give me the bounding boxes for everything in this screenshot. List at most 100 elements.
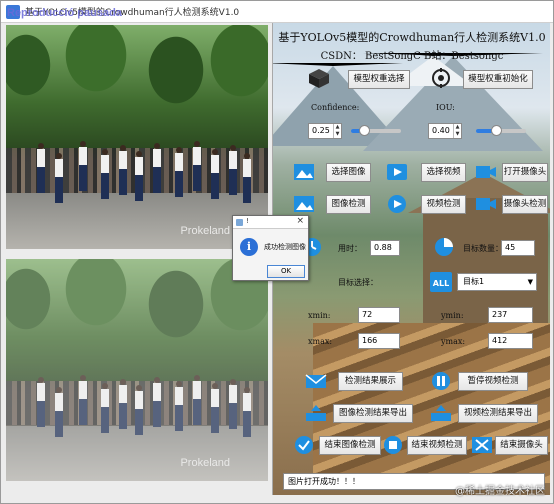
xmin-label: xmin: [308, 311, 331, 320]
dancer-figure [54, 153, 63, 205]
dancer-figure [78, 375, 87, 427]
info-icon: i [240, 238, 258, 256]
dancer-figure [174, 147, 183, 199]
image-detect-button[interactable]: 图像检测 [326, 195, 371, 214]
model-select-button[interactable]: 模型权重选择 [348, 70, 410, 89]
image-icon [294, 164, 314, 180]
dancer-figure [174, 381, 183, 433]
export-video-button[interactable]: 视频检测结果导出 [458, 404, 538, 423]
target-count-label: 目标数量： [463, 244, 503, 253]
close-icon[interactable]: × [296, 216, 304, 226]
end-camera-button[interactable]: 结束摄像头 [495, 436, 548, 455]
dancer-figure [242, 153, 251, 205]
end-camera-icon [472, 437, 492, 453]
iou-spinbox[interactable]: 0.40 ▲ ▼ [428, 123, 462, 139]
spin-arrows-icon[interactable]: ▲ ▼ [453, 124, 461, 138]
pause-icon [432, 372, 450, 390]
main-window: 基于YOLOv5模型的Crowdhuman行人检测系统V1.0 Reproduc… [0, 0, 554, 504]
all-icon: ALL [430, 272, 452, 292]
panel-subtitle: CSDN： BestSongC B站：Bestsongc [320, 51, 504, 62]
dancer-figure [134, 151, 143, 203]
dancer-figure [78, 141, 87, 193]
export-image-icon [306, 405, 326, 421]
stop-icon [384, 436, 402, 454]
iou-slider-handle[interactable] [491, 125, 502, 136]
dancer-figure [242, 387, 251, 439]
model-init-button[interactable]: 模型权重初始化 [463, 70, 533, 89]
video-logo: Prokeland [180, 225, 230, 237]
pause-video-button[interactable]: 暂停视频检测 [458, 372, 528, 391]
xmax-value: 166 [358, 333, 400, 349]
control-panel: 基于YOLOv5模型的Crowdhuman行人检测系统V1.0 CSDN： Be… [272, 23, 550, 495]
original-image-view: Prokeland [6, 259, 268, 481]
iou-slider[interactable] [476, 125, 526, 136]
dancer-figure [152, 143, 161, 195]
end-video-button[interactable]: 结束视频检测 [407, 436, 467, 455]
camera-detect-icon [476, 198, 496, 210]
confidence-value: 0.25 [312, 126, 330, 135]
select-image-button[interactable]: 选择图像 [326, 163, 371, 182]
video-play-icon [387, 164, 407, 180]
export-image-button[interactable]: 图像检测结果导出 [333, 404, 413, 423]
dancer-figure [152, 377, 161, 429]
dialog-title: ! [246, 217, 249, 225]
confidence-slider-handle[interactable] [359, 125, 370, 136]
svg-text:ALL: ALL [433, 279, 449, 288]
dancer-figure [134, 385, 143, 437]
target-select-value: 目标1 [463, 277, 485, 286]
video-logo-2: Prokeland [180, 457, 230, 469]
check-icon [295, 436, 313, 454]
detection-image-view: Prokeland [6, 25, 268, 249]
dancer-figure [192, 375, 201, 427]
dancer-figure [228, 145, 237, 197]
confidence-label: Confidence: [311, 103, 360, 112]
dialog-message: 成功检测图像 [264, 243, 306, 251]
dialog-app-icon [236, 219, 243, 226]
ymin-label: ymin: [441, 311, 464, 320]
iou-label: IOU: [436, 103, 455, 112]
target-select-dropdown[interactable]: 目标1 ▼ [457, 273, 537, 291]
image-detect-icon [294, 196, 314, 212]
dancer-figure [54, 387, 63, 439]
message-dialog: ! × i 成功检测图像 OK [232, 215, 309, 281]
mail-icon [305, 374, 327, 388]
spin-arrows-icon[interactable]: ▲ ▼ [333, 124, 341, 138]
dancer-figure [228, 379, 237, 431]
iou-value: 0.40 [432, 126, 450, 135]
ymin-value: 237 [488, 307, 533, 323]
camera-icon [476, 166, 496, 178]
panel-background [273, 23, 550, 495]
dialog-title-bar: ! × [233, 216, 308, 229]
dancer-figure [36, 377, 45, 429]
site-watermark: @稀土掘金技术社区 [455, 486, 545, 497]
video-detect-button[interactable]: 视频检测 [421, 195, 466, 214]
dancer-figure [210, 149, 219, 201]
dancer-figure [118, 379, 127, 431]
dancer-figure [192, 141, 201, 193]
ok-button[interactable]: OK [267, 265, 305, 278]
dancer-figure [36, 143, 45, 195]
export-video-icon [431, 405, 451, 421]
camera-detect-button[interactable]: 摄像头检测 [502, 195, 548, 214]
open-camera-button[interactable]: 打开摄像头 [502, 163, 548, 182]
end-image-button[interactable]: 结束图像检测 [319, 436, 381, 455]
select-video-button[interactable]: 选择视频 [421, 163, 466, 182]
ymax-label: ymax: [441, 337, 466, 346]
target-icon [432, 68, 450, 88]
xmax-label: xmax: [308, 337, 333, 346]
panel-title: 基于YOLOv5模型的Crowdhuman行人检测系统V1.0 [278, 31, 546, 44]
confidence-spinbox[interactable]: 0.25 ▲ ▼ [308, 123, 342, 139]
cube-icon [309, 69, 329, 88]
dancer-figure [100, 383, 109, 435]
ymax-value: 412 [488, 333, 533, 349]
target-count-value: 45 [501, 240, 535, 256]
target-select-label: 目标选择： [338, 278, 378, 287]
video-detect-icon [388, 195, 406, 213]
show-results-button[interactable]: 检测结果展示 [338, 372, 403, 391]
confidence-slider[interactable] [351, 125, 401, 136]
chevron-down-icon: ▼ [527, 278, 533, 286]
dancer-figure [100, 149, 109, 201]
playback-watermark: Reproducció pausada [7, 7, 122, 19]
dancer-figure [118, 145, 127, 197]
pie-chart-icon [435, 238, 453, 256]
